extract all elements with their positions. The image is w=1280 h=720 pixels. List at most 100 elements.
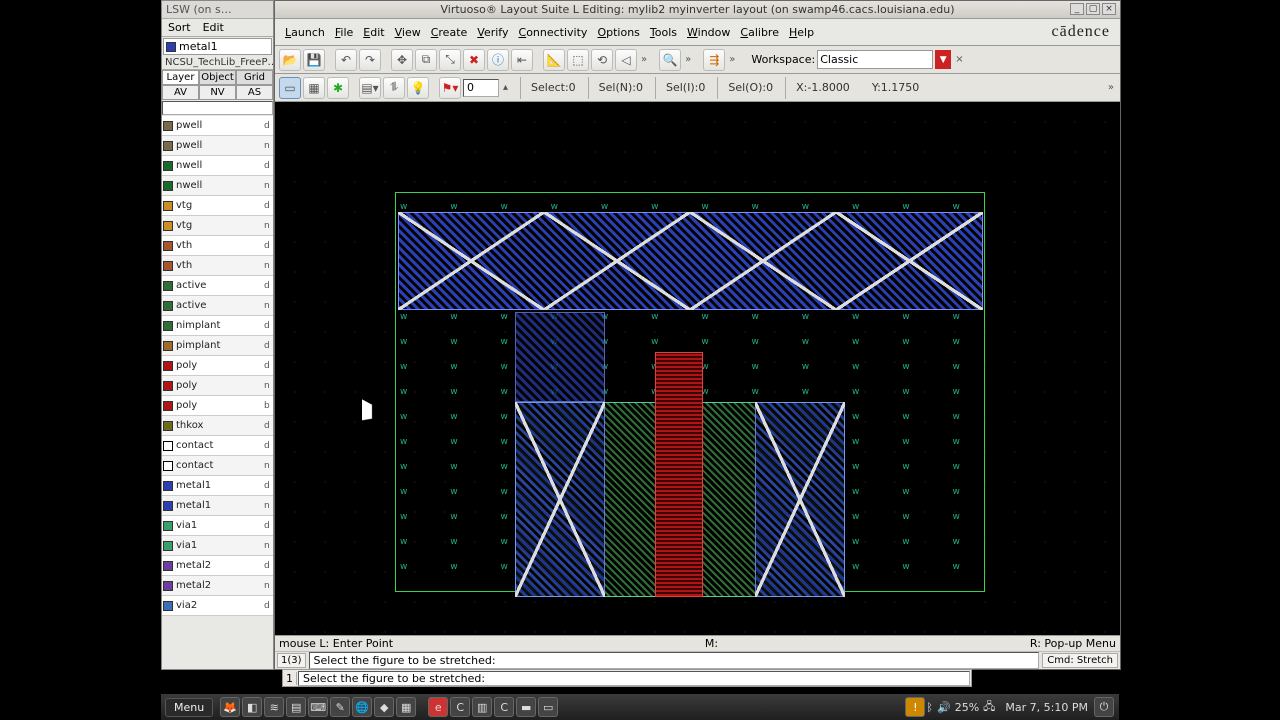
maximize-button[interactable]: ▢ xyxy=(1086,3,1100,15)
menu-help[interactable]: Help xyxy=(785,25,818,40)
layer-row-via1[interactable]: via1d xyxy=(162,516,273,536)
align-icon[interactable]: ⇤ xyxy=(511,49,533,71)
taskbar-app-6[interactable]: ✎ xyxy=(330,697,350,717)
tray-bluetooth-icon[interactable]: ᛒ xyxy=(926,701,933,714)
delete-icon[interactable]: ✖ xyxy=(463,49,485,71)
layer-row-metal2[interactable]: metal2d xyxy=(162,556,273,576)
display-options-icon[interactable]: ▤▾ xyxy=(359,77,381,99)
taskbar-win-3[interactable]: ▥ xyxy=(472,697,492,717)
tap-icon[interactable]: ⬚ xyxy=(567,49,589,71)
tab-layer[interactable]: Layer xyxy=(162,70,199,85)
drc-icon[interactable]: ⚑▾ xyxy=(439,77,461,99)
menu-calibre[interactable]: Calibre xyxy=(736,25,783,40)
info-icon[interactable]: ⓘ xyxy=(487,49,509,71)
layer-row-nwell[interactable]: nwelln xyxy=(162,176,273,196)
menu-verify[interactable]: Verify xyxy=(473,25,512,40)
layer-row-vth[interactable]: vthd xyxy=(162,236,273,256)
dim-icon[interactable]: ⥮ xyxy=(383,77,405,99)
menu-window[interactable]: Window xyxy=(683,25,734,40)
layer-row-contact[interactable]: contactd xyxy=(162,436,273,456)
hierarchy-icon[interactable]: ⇶ xyxy=(703,49,725,71)
layer-row-metal1[interactable]: metal1d xyxy=(162,476,273,496)
filter-as[interactable]: AS xyxy=(236,85,273,100)
ruler-icon[interactable]: 📐 xyxy=(543,49,565,71)
taskbar-app-4[interactable]: ▤ xyxy=(286,697,306,717)
taskbar-app-5[interactable]: ⌨ xyxy=(308,697,328,717)
lsw-menu-sort[interactable]: Sort xyxy=(168,21,191,34)
layer-row-metal1[interactable]: metal1n xyxy=(162,496,273,516)
lightbulb-icon[interactable]: 💡 xyxy=(407,77,429,99)
tray-network-icon[interactable]: 🖧 xyxy=(983,698,995,717)
layer-row-vtg[interactable]: vtgn xyxy=(162,216,273,236)
layer-row-via2[interactable]: via2d xyxy=(162,596,273,616)
minimize-button[interactable]: _ xyxy=(1070,3,1084,15)
taskbar-app-2[interactable]: ◧ xyxy=(242,697,262,717)
menu-create[interactable]: Create xyxy=(427,25,472,40)
stretch-icon[interactable]: ⤡ xyxy=(439,49,461,71)
close-button[interactable]: × xyxy=(1102,3,1116,15)
tab-object[interactable]: Object xyxy=(199,70,236,85)
taskbar-app-1[interactable]: 🦊 xyxy=(220,697,240,717)
undo-icon[interactable]: ↶ xyxy=(335,49,357,71)
taskbar-win-5[interactable]: ▬ xyxy=(516,697,536,717)
poly-gate[interactable] xyxy=(655,352,703,597)
start-menu-button[interactable]: Menu xyxy=(165,698,213,717)
workspace-select[interactable]: Classic xyxy=(817,50,933,69)
toolbar-close-icon[interactable]: × xyxy=(953,54,965,65)
hier-overflow-icon[interactable]: » xyxy=(727,54,737,65)
drc-count-input[interactable] xyxy=(463,79,499,97)
taskbar-win-6[interactable]: ▭ xyxy=(538,697,558,717)
layer-row-poly[interactable]: polyd xyxy=(162,356,273,376)
layer-row-active[interactable]: actived xyxy=(162,276,273,296)
tab-grid[interactable]: Grid xyxy=(236,70,273,85)
menu-tools[interactable]: Tools xyxy=(646,25,681,40)
menu-edit[interactable]: Edit xyxy=(359,25,388,40)
zoom-icon[interactable]: 🔍 xyxy=(659,49,681,71)
layer-row-pimplant[interactable]: pimplantd xyxy=(162,336,273,356)
lsw-current-layer[interactable]: metal1 xyxy=(163,38,272,55)
lsw-search-input[interactable] xyxy=(162,101,273,115)
layer-row-contact[interactable]: contactn xyxy=(162,456,273,476)
layer-row-active[interactable]: activen xyxy=(162,296,273,316)
move-icon[interactable]: ✥ xyxy=(391,49,413,71)
taskbar-win-4[interactable]: C xyxy=(494,697,514,717)
layer-row-nwell[interactable]: nwelld xyxy=(162,156,273,176)
mirror-icon[interactable]: ◁ xyxy=(615,49,637,71)
save-icon[interactable]: 💾 xyxy=(303,49,325,71)
layer-row-nimplant[interactable]: nimplantd xyxy=(162,316,273,336)
snap-icon[interactable]: ✱ xyxy=(327,77,349,99)
layout-canvas[interactable]: w w w w w w w w w w w w w w w w w w w w … xyxy=(275,102,1120,635)
menu-options[interactable]: Options xyxy=(593,25,643,40)
metal-contact-top[interactable] xyxy=(515,312,605,402)
taskbar-win-1[interactable]: e xyxy=(428,697,448,717)
workspace-dropdown-icon[interactable]: ▼ xyxy=(935,50,951,69)
menu-connectivity[interactable]: Connectivity xyxy=(515,25,592,40)
taskbar-app-8[interactable]: ◆ xyxy=(374,697,394,717)
tray-volume-icon[interactable]: 🔊 xyxy=(937,701,951,714)
status-overflow-icon[interactable]: » xyxy=(1106,82,1116,93)
select-mode-icon[interactable]: ▭ xyxy=(279,77,301,99)
layer-row-poly[interactable]: polyn xyxy=(162,376,273,396)
tray-user-icon[interactable]: ⏻ xyxy=(1094,697,1114,717)
layer-row-via1[interactable]: via1n xyxy=(162,536,273,556)
layer-row-poly[interactable]: polyb xyxy=(162,396,273,416)
menu-file[interactable]: File xyxy=(331,25,357,40)
layer-row-metal2[interactable]: metal2n xyxy=(162,576,273,596)
menu-view[interactable]: View xyxy=(391,25,425,40)
taskbar-app-3[interactable]: ≋ xyxy=(264,697,284,717)
toolbar-overflow-icon[interactable]: » xyxy=(639,54,649,65)
layer-row-thkox[interactable]: thkoxd xyxy=(162,416,273,436)
filter-nv[interactable]: NV xyxy=(199,85,236,100)
spin-up-icon[interactable]: ▴ xyxy=(501,82,510,93)
rotate-icon[interactable]: ⟲ xyxy=(591,49,613,71)
layer-row-pwell[interactable]: pwelld xyxy=(162,116,273,136)
taskbar-win-2[interactable]: C xyxy=(450,697,470,717)
taskbar-app-7[interactable]: 🌐 xyxy=(352,697,372,717)
layer-row-vtg[interactable]: vtgd xyxy=(162,196,273,216)
partial-select-icon[interactable]: ▦ xyxy=(303,77,325,99)
prompt-text[interactable]: Select the figure to be stretched: xyxy=(309,652,1040,669)
zoom-overflow-icon[interactable]: » xyxy=(683,54,693,65)
layer-row-pwell[interactable]: pwelln xyxy=(162,136,273,156)
ciw-message[interactable]: Select the figure to be stretched: xyxy=(298,671,970,686)
lsw-menu-edit[interactable]: Edit xyxy=(203,21,224,34)
